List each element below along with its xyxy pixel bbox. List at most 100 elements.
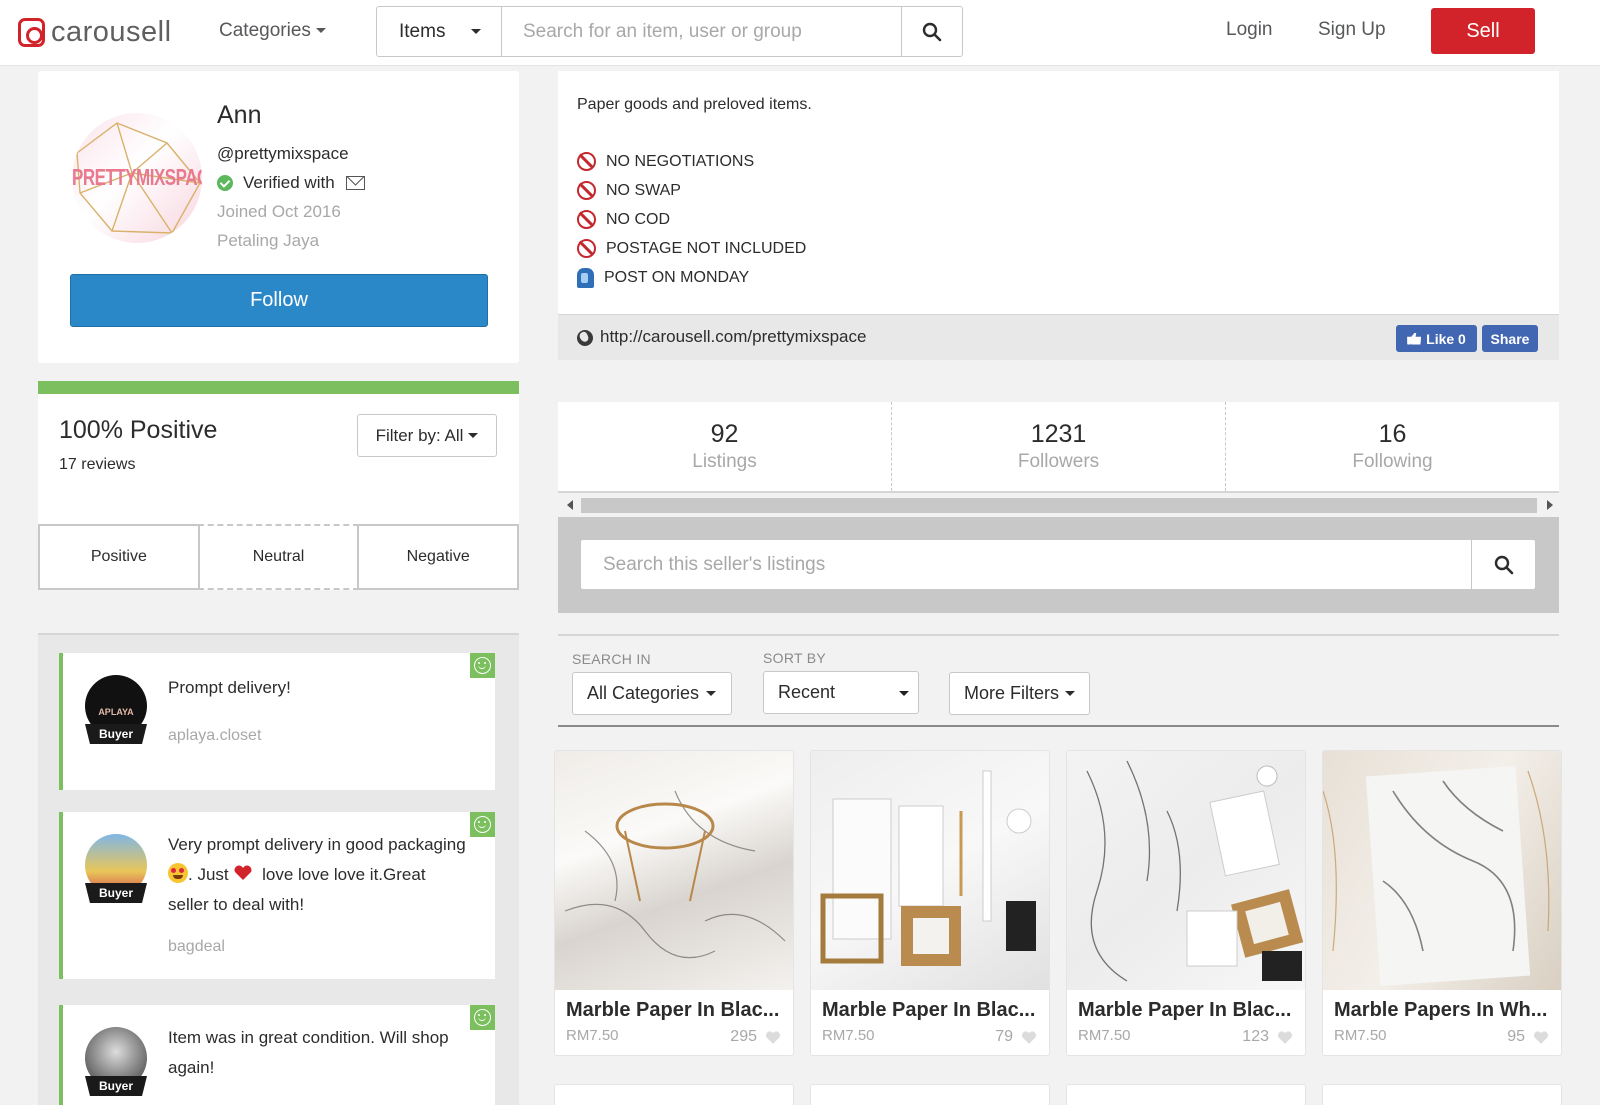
thumbs-up-icon — [1407, 332, 1422, 345]
listing-image[interactable] — [1323, 751, 1561, 990]
categories-label: Categories — [219, 20, 311, 41]
listing-card[interactable]: Marble Paper In Blac... RM7.50 295 — [554, 750, 794, 1056]
signup-link[interactable]: Sign Up — [1318, 19, 1386, 41]
review-filter-dropdown[interactable]: Filter by: All — [357, 414, 497, 457]
heart-emoji-icon — [233, 861, 253, 880]
sell-button[interactable]: Sell — [1431, 8, 1535, 54]
carousell-logo[interactable]: carousell — [18, 16, 172, 49]
listing-image[interactable] — [555, 751, 793, 990]
review-count: 17 reviews — [59, 456, 136, 473]
profile-username: @prettymixspace — [217, 144, 349, 163]
listing-card[interactable] — [554, 1084, 794, 1105]
more-filters-button[interactable]: More Filters — [949, 672, 1090, 715]
mailbox-icon — [577, 268, 594, 288]
sort-by-label: SORT BY — [763, 650, 827, 666]
follow-button[interactable]: Follow — [70, 274, 488, 327]
categories-menu[interactable]: Categories — [219, 20, 326, 42]
listing-price: RM7.50 — [1078, 1027, 1131, 1044]
caret-down-icon — [706, 691, 717, 696]
shop-rule: NO COD — [577, 210, 670, 229]
verified-status: Verified with — [217, 173, 365, 193]
rule-text: NO NEGOTIATIONS — [606, 152, 755, 170]
global-search-button[interactable] — [901, 7, 962, 56]
rule-text: POST ON MONDAY — [604, 269, 750, 286]
joined-date: Joined Oct 2016 — [217, 202, 341, 221]
smiley-icon — [474, 816, 491, 833]
caret-down-icon — [468, 433, 479, 438]
rating-bar — [38, 381, 519, 394]
listing-card[interactable]: Marble Papers In Wh... RM7.50 95 — [1322, 750, 1562, 1056]
heart-icon[interactable] — [1277, 1030, 1293, 1045]
positive-percentage: 100% Positive — [59, 416, 218, 444]
review-tabs: Positive Neutral Negative — [38, 524, 520, 590]
listing-card[interactable]: Marble Paper In Blac... RM7.50 79 — [810, 750, 1050, 1056]
stat-listings[interactable]: 92 Listings — [558, 402, 891, 491]
stat-followers[interactable]: 1231 Followers — [891, 402, 1225, 491]
reviewer-username[interactable]: aplaya.closet — [168, 727, 261, 745]
review-text-part: . Just — [188, 865, 234, 884]
verified-label: Verified with — [243, 173, 335, 192]
global-search-input[interactable] — [503, 7, 903, 56]
listing-title[interactable]: Marble Papers In Wh... — [1334, 999, 1556, 1022]
search-scope-dropdown[interactable]: Items — [377, 7, 502, 56]
tab-negative[interactable]: Negative — [357, 524, 520, 590]
listing-card[interactable] — [1066, 1084, 1306, 1105]
profile-card: PRETTYMIXSPACE Ann @prettymixspace Verif… — [38, 71, 519, 363]
prohibited-icon — [577, 152, 596, 171]
profile-avatar: PRETTYMIXSPACE — [72, 113, 202, 243]
listing-card[interactable] — [1322, 1084, 1562, 1105]
heart-icon[interactable] — [1533, 1030, 1549, 1045]
heart-icon[interactable] — [1021, 1030, 1037, 1045]
listing-title[interactable]: Marble Paper In Blac... — [566, 999, 788, 1022]
seller-search-panel — [558, 517, 1559, 613]
listing-price: RM7.50 — [822, 1027, 875, 1044]
seller-search-button[interactable] — [1471, 540, 1535, 589]
listing-image[interactable] — [811, 751, 1049, 990]
seller-link-bar: http://carousell.com/prettymixspace Like… — [558, 314, 1559, 360]
listing-title[interactable]: Marble Paper In Blac... — [822, 999, 1044, 1022]
shop-rule: NO NEGOTIATIONS — [577, 152, 754, 171]
prohibited-icon — [577, 181, 596, 200]
seller-description: Paper goods and preloved items. — [577, 96, 812, 113]
search-icon — [1494, 555, 1513, 574]
positive-review-icon — [470, 1005, 495, 1030]
carousell-logo-icon — [18, 18, 45, 47]
heart-icon[interactable] — [765, 1030, 781, 1045]
prohibited-icon — [577, 239, 596, 258]
review-item: Buyer Item was in great condition. Will … — [59, 1005, 495, 1105]
horizontal-scrollbar[interactable] — [558, 496, 1559, 513]
sort-dropdown[interactable]: Recent — [763, 671, 919, 714]
tab-positive[interactable]: Positive — [38, 524, 200, 590]
listing-card[interactable]: Marble Paper In Blac... RM7.50 123 — [1066, 750, 1306, 1056]
category-filter-dropdown[interactable]: All Categories — [572, 672, 732, 715]
tab-neutral[interactable]: Neutral — [197, 524, 360, 590]
listing-title[interactable]: Marble Paper In Blac... — [1078, 999, 1300, 1022]
stat-label: Followers — [1017, 451, 1100, 472]
globe-icon — [577, 330, 593, 346]
caret-down-icon — [315, 28, 326, 34]
positive-review-icon — [470, 812, 495, 837]
listing-like-count: 295 — [730, 1028, 757, 1045]
scrollbar-thumb[interactable] — [581, 498, 1537, 513]
seller-search-input[interactable] — [581, 540, 1471, 589]
seller-url[interactable]: http://carousell.com/prettymixspace — [600, 327, 866, 347]
reviewer-username[interactable]: bagdeal — [168, 938, 225, 956]
scroll-left-icon[interactable] — [567, 500, 573, 510]
scroll-right-icon[interactable] — [1547, 500, 1553, 510]
review-text: Prompt delivery! — [168, 678, 291, 697]
top-navigation-bar: carousell Categories Items Login Sign Up… — [0, 0, 1600, 66]
login-link[interactable]: Login — [1226, 19, 1273, 41]
facebook-share-button[interactable]: Share — [1482, 325, 1538, 352]
avatar-brand-text: PRETTYMIXSPACE — [72, 164, 202, 191]
buyer-badge: Buyer — [85, 1076, 147, 1096]
buyer-badge: Buyer — [85, 883, 147, 903]
facebook-like-button[interactable]: Like 0 — [1396, 325, 1477, 352]
fb-like-label: Like 0 — [1426, 330, 1466, 347]
caret-down-icon — [1065, 691, 1076, 696]
listing-card[interactable] — [810, 1084, 1050, 1105]
more-filters-label: More Filters — [964, 683, 1060, 703]
buyer-badge: Buyer — [85, 724, 147, 744]
stat-following[interactable]: 16 Following — [1225, 402, 1559, 491]
seller-about-card: Paper goods and preloved items. NO NEGOT… — [558, 71, 1559, 360]
listing-image[interactable] — [1067, 751, 1305, 990]
